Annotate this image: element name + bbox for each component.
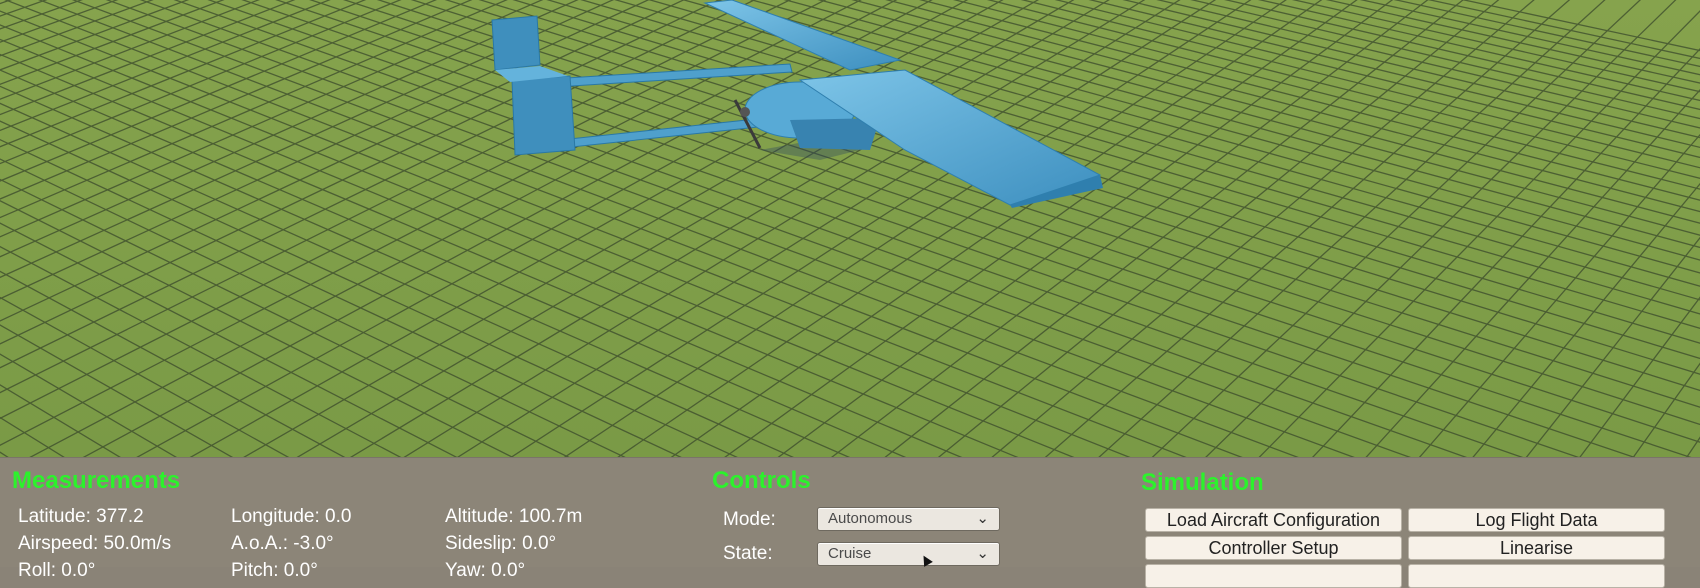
airspeed-readout: Airspeed: 50.0m/s — [18, 533, 172, 554]
roll-readout: Roll: 0.0° — [18, 560, 96, 581]
mode-dropdown-value: Autonomous — [828, 510, 913, 527]
load-aircraft-configuration-button[interactable]: Load Aircraft Configuration — [1145, 508, 1402, 532]
sideslip-readout: Sideslip: 0.0° — [445, 533, 557, 554]
simulation-button[interactable] — [1408, 564, 1665, 588]
measurements-title: Measurements — [12, 467, 181, 494]
state-dropdown[interactable]: Cruise ⌄ — [817, 542, 1000, 566]
chevron-down-icon: ⌄ — [976, 510, 989, 527]
controls-title: Controls — [712, 467, 811, 494]
3d-viewport[interactable] — [0, 0, 1700, 457]
longitude-readout: Longitude: 0.0 — [231, 506, 352, 527]
log-flight-data-button[interactable]: Log Flight Data — [1408, 508, 1665, 532]
pitch-readout: Pitch: 0.0° — [231, 560, 318, 581]
controller-setup-button[interactable]: Controller Setup — [1145, 536, 1402, 560]
linearise-button[interactable]: Linearise — [1408, 536, 1665, 560]
mode-label: Mode: — [723, 509, 776, 530]
altitude-readout: Altitude: 100.7m — [445, 506, 583, 527]
chevron-down-icon: ⌄ — [976, 545, 989, 562]
simulation-title: Simulation — [1141, 469, 1264, 496]
terrain-scene — [0, 0, 1700, 457]
aoa-readout: A.o.A.: -3.0° — [231, 533, 334, 554]
mode-dropdown[interactable]: Autonomous ⌄ — [817, 507, 1000, 531]
state-label: State: — [723, 543, 773, 564]
yaw-readout: Yaw: 0.0° — [445, 560, 526, 581]
control-panel: Measurements Latitude: 377.2 Longitude: … — [0, 457, 1700, 588]
state-dropdown-value: Cruise — [828, 545, 872, 562]
simulation-button[interactable] — [1145, 564, 1402, 588]
latitude-readout: Latitude: 377.2 — [18, 506, 144, 527]
